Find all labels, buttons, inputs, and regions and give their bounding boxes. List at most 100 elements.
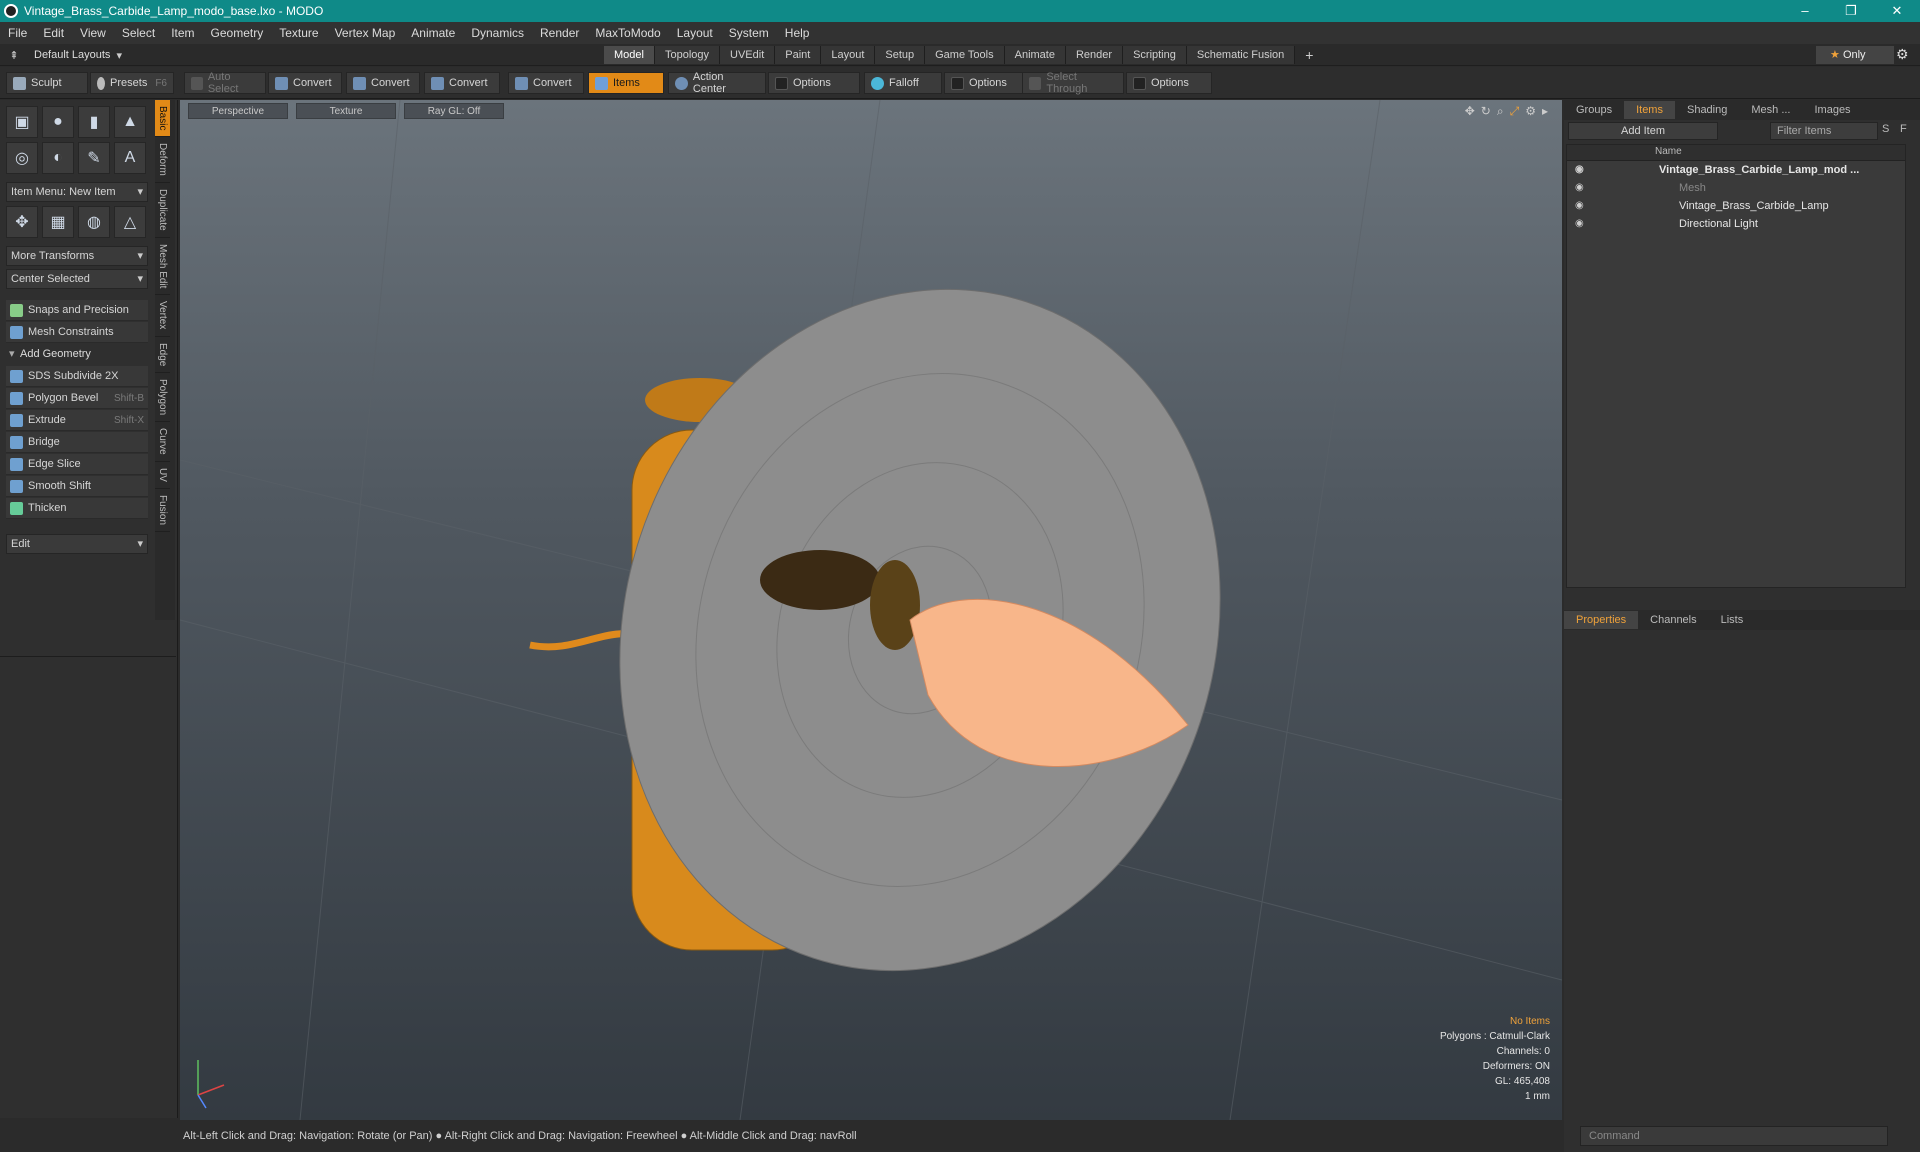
vtab-mesh-edit[interactable]: Mesh Edit — [155, 238, 170, 296]
tab-topology[interactable]: Topology — [654, 46, 721, 64]
gear-icon[interactable]: ⚙ — [1896, 46, 1909, 63]
menu-animate[interactable]: Animate — [403, 26, 463, 40]
view-perspective-dropdown[interactable]: Perspective — [188, 103, 288, 119]
menu-select[interactable]: Select — [114, 26, 163, 40]
raygl-dropdown[interactable]: Ray GL: Off — [404, 103, 504, 119]
mesh-constraints-button[interactable]: Mesh Constraints — [6, 322, 148, 343]
vtab-fusion[interactable]: Fusion — [155, 489, 170, 532]
text-icon[interactable]: A — [114, 142, 146, 174]
menu-maxtomodo[interactable]: MaxToModo — [587, 26, 668, 40]
tab-mesh[interactable]: Mesh ... — [1739, 101, 1802, 119]
menu-system[interactable]: System — [721, 26, 777, 40]
menu-item[interactable]: Item — [163, 26, 202, 40]
sds-subdivide-button[interactable]: SDS Subdivide 2X — [6, 366, 148, 387]
name-column-header[interactable]: Name — [1655, 146, 1682, 157]
menu-layout[interactable]: Layout — [669, 26, 721, 40]
menu-view[interactable]: View — [72, 26, 114, 40]
convert-polygons-button[interactable]: Convert — [424, 72, 500, 94]
list-item[interactable]: ◉ Directional Light — [1567, 215, 1905, 233]
eye-icon[interactable]: ◉ — [1575, 197, 1584, 215]
fit-icon[interactable]: ⤢ — [1510, 104, 1520, 119]
shading-texture-dropdown[interactable]: Texture — [296, 103, 396, 119]
items-mode-button[interactable]: Items — [588, 72, 664, 94]
default-layouts-dropdown[interactable]: Default Layouts — [28, 49, 116, 61]
sculpt-button[interactable]: Sculpt — [6, 72, 88, 94]
smooth-shift-button[interactable]: Smooth Shift — [6, 476, 148, 497]
vtab-duplicate[interactable]: Duplicate — [155, 183, 170, 238]
eye-icon[interactable]: ◉ — [1575, 215, 1584, 233]
add-geometry-section[interactable]: ▾ Add Geometry — [6, 344, 148, 364]
maximize-button[interactable]: ❐ — [1828, 0, 1874, 22]
center-selected-dropdown[interactable]: Center Selected — [6, 269, 148, 289]
menu-render[interactable]: Render — [532, 26, 587, 40]
tab-render[interactable]: Render — [1065, 46, 1124, 64]
vtab-curve[interactable]: Curve — [155, 422, 170, 462]
eye-icon[interactable]: ◉ — [1575, 179, 1584, 197]
viewport-settings-icon[interactable]: ⚙ — [1525, 104, 1536, 119]
pen-icon[interactable]: ✎ — [78, 142, 110, 174]
close-button[interactable]: ✕ — [1874, 0, 1920, 22]
pan-icon[interactable]: ✥ — [1465, 104, 1475, 119]
eye-icon[interactable]: ◉ — [1575, 161, 1584, 179]
more-transforms-dropdown[interactable]: More Transforms — [6, 246, 148, 266]
vtab-vertex[interactable]: Vertex — [155, 295, 170, 337]
only-toggle[interactable]: ★ Only — [1816, 46, 1894, 64]
vtab-edge[interactable]: Edge — [155, 337, 170, 374]
tab-scripting[interactable]: Scripting — [1123, 46, 1187, 64]
rotate-icon[interactable]: ↻ — [1481, 104, 1491, 119]
list-item[interactable]: ◉ Mesh — [1567, 179, 1905, 197]
tab-lists[interactable]: Lists — [1709, 611, 1756, 629]
add-tab-button[interactable]: + — [1295, 46, 1323, 64]
falloff-options-button[interactable]: Options — [944, 72, 1026, 94]
menu-geometry[interactable]: Geometry — [203, 26, 272, 40]
sphere-icon[interactable]: ● — [42, 106, 74, 138]
list-item[interactable]: ◉ Vintage_Brass_Carbide_Lamp — [1567, 197, 1905, 215]
menu-vertex-map[interactable]: Vertex Map — [327, 26, 404, 40]
presets-button[interactable]: Presets F6 — [90, 72, 174, 94]
thicken-button[interactable]: Thicken — [6, 498, 148, 519]
tab-layout[interactable]: Layout — [821, 46, 876, 64]
minimize-button[interactable]: – — [1782, 0, 1828, 22]
pyramid-icon[interactable]: △ — [114, 206, 146, 238]
filter-s-button[interactable]: S — [1882, 123, 1889, 135]
menu-file[interactable]: File — [0, 26, 35, 40]
tab-paint[interactable]: Paint — [775, 46, 822, 64]
list-item[interactable]: ◉ Vintage_Brass_Carbide_Lamp_mod ... — [1567, 161, 1905, 179]
tab-shading[interactable]: Shading — [1675, 101, 1739, 119]
tab-channels[interactable]: Channels — [1638, 611, 1708, 629]
extrude-button[interactable]: Extrude Shift-X — [6, 410, 148, 431]
tab-animate[interactable]: Animate — [1004, 46, 1066, 64]
add-item-dropdown[interactable]: Add Item — [1568, 122, 1718, 140]
falloff-button[interactable]: Falloff — [864, 72, 942, 94]
bridge-button[interactable]: Bridge — [6, 432, 148, 453]
zoom-icon[interactable]: ⌕ — [1497, 104, 1504, 119]
polygon-bevel-button[interactable]: Polygon Bevel Shift-B — [6, 388, 148, 409]
cone-icon[interactable]: ▲ — [114, 106, 146, 138]
vtab-deform[interactable]: Deform — [155, 137, 170, 184]
action-center-button[interactable]: Action Center — [668, 71, 766, 95]
cylinder-icon[interactable]: ▮ — [78, 106, 110, 138]
tab-images[interactable]: Images — [1802, 101, 1862, 119]
command-input[interactable]: Command — [1580, 1126, 1888, 1146]
cube-icon[interactable]: ▣ — [6, 106, 38, 138]
edit-dropdown[interactable]: Edit — [6, 534, 148, 554]
menu-help[interactable]: Help — [777, 26, 818, 40]
filter-f-button[interactable]: F — [1900, 123, 1907, 135]
convert-edges-button[interactable]: Convert — [346, 72, 420, 94]
menu-edit[interactable]: Edit — [35, 26, 72, 40]
convert-items-button[interactable]: Convert — [508, 72, 584, 94]
convert-vertices-button[interactable]: Convert — [268, 72, 342, 94]
vtab-uv[interactable]: UV — [155, 462, 170, 489]
vtab-polygon[interactable]: Polygon — [155, 373, 170, 423]
tab-groups[interactable]: Groups — [1564, 101, 1624, 119]
select-options-button[interactable]: Options — [1126, 72, 1212, 94]
filter-items-input[interactable]: Filter Items — [1770, 122, 1878, 140]
select-through-button[interactable]: Select Through — [1022, 71, 1124, 95]
tab-schematic-fusion[interactable]: Schematic Fusion — [1186, 46, 1296, 64]
3d-viewport[interactable]: Perspective Texture Ray GL: Off ✥ ↻ ⌕ ⤢ … — [180, 100, 1562, 1120]
menu-dynamics[interactable]: Dynamics — [463, 26, 532, 40]
item-menu-dropdown[interactable]: Item Menu: New Item — [6, 182, 148, 202]
torus-icon[interactable]: ◎ — [6, 142, 38, 174]
auto-select-button[interactable]: Auto Select — [184, 71, 266, 95]
tab-uvedit[interactable]: UVEdit — [720, 46, 776, 64]
